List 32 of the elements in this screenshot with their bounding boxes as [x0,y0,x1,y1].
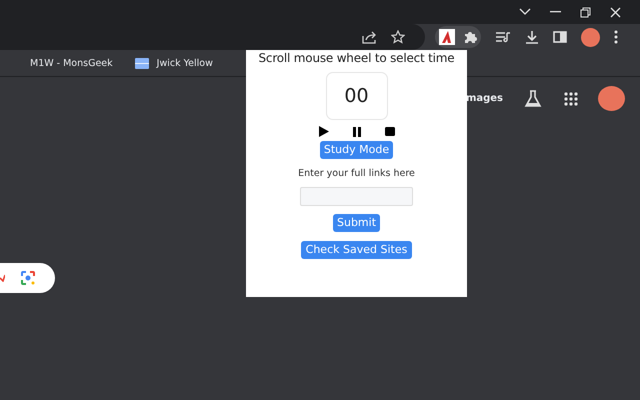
puzzle-icon[interactable] [463,30,477,44]
pause-icon[interactable] [353,126,361,136]
restore-icon[interactable] [580,6,591,18]
minimize-icon[interactable] [550,11,561,13]
play-icon[interactable] [318,126,329,137]
download-icon[interactable] [525,30,539,44]
extension-icon[interactable] [439,29,455,45]
images-link[interactable]: mages [466,93,503,104]
submit-button[interactable]: Submit [332,214,380,232]
side-panel-icon[interactable] [553,31,567,43]
share-icon[interactable] [362,30,377,44]
instruction-text: Scroll mouse wheel to select time [258,51,454,65]
flask-icon[interactable] [523,88,543,108]
check-saved-sites-button[interactable]: Check Saved Sites [300,241,412,259]
search-box[interactable] [0,263,55,293]
account-avatar[interactable] [598,86,625,111]
camera-search-icon[interactable] [20,270,36,286]
star-icon[interactable] [391,30,405,44]
study-mode-button[interactable]: Study Mode [320,141,394,159]
chevron-down-icon[interactable] [519,8,531,16]
bookmark[interactable]: M1W - MonsGeek [30,58,113,68]
stop-icon[interactable] [385,127,395,136]
bookmark[interactable]: Jwick Yellow [134,58,213,68]
profile-avatar[interactable] [581,28,600,46]
timer-display[interactable]: 00 [326,72,388,120]
apps-grid-icon[interactable] [564,92,578,106]
links-input[interactable] [300,187,413,206]
links-label: Enter your full links here [298,168,415,179]
menu-icon[interactable] [614,30,618,44]
playlist-icon[interactable] [495,31,511,43]
folder-favicon-icon [134,58,149,68]
close-icon[interactable] [610,6,621,18]
